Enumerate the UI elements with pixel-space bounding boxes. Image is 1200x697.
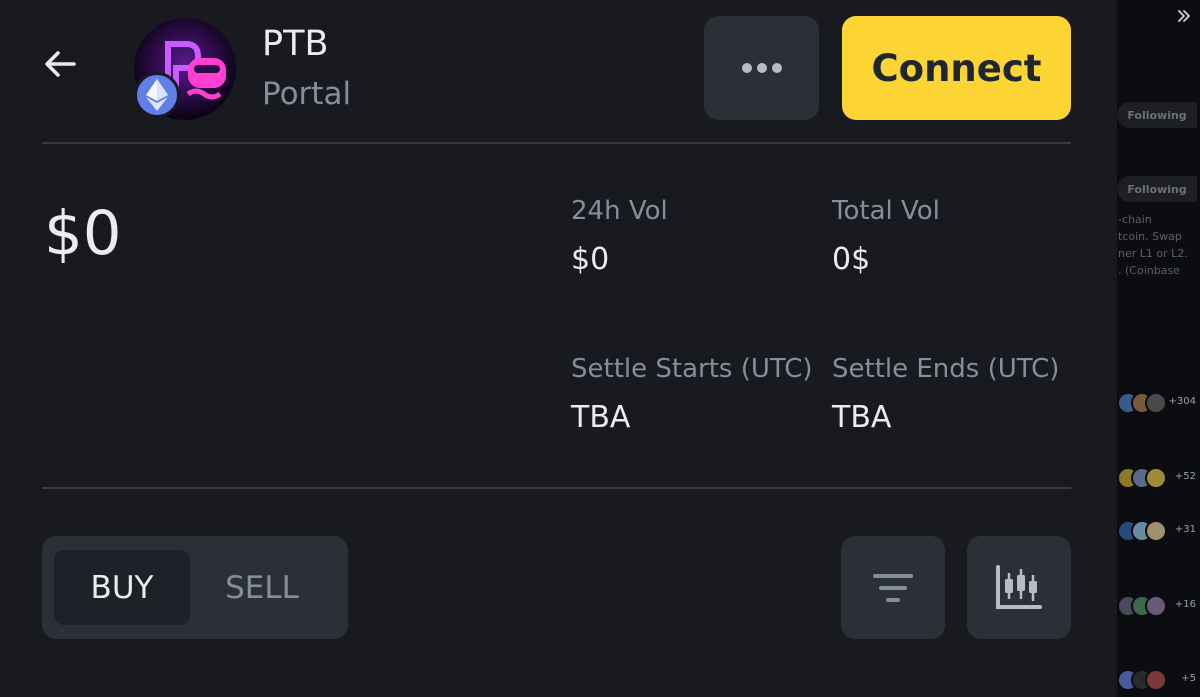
token-avatar bbox=[134, 18, 236, 120]
participant-count: +52 bbox=[1174, 471, 1196, 482]
token-detail-panel: PTB Portal Connect $0 24h Vol $0 Total V… bbox=[0, 0, 1117, 697]
back-button[interactable] bbox=[36, 40, 84, 88]
following-button[interactable]: Following bbox=[1117, 102, 1197, 128]
background-snippet-line: ner L1 or L2. bbox=[1118, 247, 1188, 260]
chart-button[interactable] bbox=[967, 536, 1071, 639]
participant-count: +16 bbox=[1174, 599, 1196, 610]
double-chevron-right-icon[interactable] bbox=[1172, 4, 1196, 28]
avatar bbox=[1145, 669, 1167, 691]
avatar bbox=[1145, 595, 1167, 617]
avatar bbox=[1145, 520, 1167, 542]
following-button[interactable]: Following bbox=[1117, 176, 1197, 202]
participant-avatars: +5 bbox=[1117, 669, 1200, 695]
settle-starts-value: TBA bbox=[571, 400, 631, 435]
filter-icon bbox=[873, 573, 913, 602]
token-symbol: PTB bbox=[262, 24, 329, 64]
vol24-label: 24h Vol bbox=[571, 196, 668, 226]
ellipsis-icon bbox=[741, 63, 782, 73]
ethereum-icon bbox=[134, 72, 180, 118]
candlestick-chart-icon bbox=[996, 564, 1042, 609]
avatar bbox=[1145, 467, 1167, 489]
header-divider bbox=[42, 142, 1071, 144]
vol24-value: $0 bbox=[571, 242, 610, 277]
participant-count: +5 bbox=[1181, 673, 1196, 684]
participant-count: +304 bbox=[1168, 396, 1196, 407]
token-name: Portal bbox=[262, 76, 352, 112]
total-vol-label: Total Vol bbox=[832, 196, 940, 226]
settle-ends-value: TBA bbox=[832, 400, 892, 435]
background-snippet-line: -chain bbox=[1118, 213, 1152, 226]
more-options-button[interactable] bbox=[704, 16, 819, 120]
total-vol-value: 0$ bbox=[832, 242, 871, 277]
avatar bbox=[1145, 392, 1167, 414]
participant-avatars: +16 bbox=[1117, 595, 1200, 621]
connect-button[interactable]: Connect bbox=[842, 16, 1071, 120]
filter-button[interactable] bbox=[841, 536, 945, 639]
participant-avatars: +304 bbox=[1117, 392, 1200, 418]
buy-sell-toggle: BUY SELL bbox=[42, 536, 348, 639]
background-snippet-line: tcoin. Swap bbox=[1118, 230, 1182, 243]
participant-avatars: +52 bbox=[1117, 467, 1200, 493]
buy-tab[interactable]: BUY bbox=[54, 550, 190, 625]
participant-count: +31 bbox=[1174, 524, 1196, 535]
settle-ends-label: Settle Ends (UTC) bbox=[832, 354, 1060, 384]
stats-divider bbox=[42, 487, 1071, 489]
arrow-left-icon bbox=[45, 51, 76, 77]
background-snippet-line: . (Coinbase bbox=[1118, 264, 1180, 277]
settle-starts-label: Settle Starts (UTC) bbox=[571, 354, 813, 384]
sell-tab[interactable]: SELL bbox=[194, 550, 330, 625]
participant-avatars: +31 bbox=[1117, 520, 1200, 546]
token-price: $0 bbox=[44, 198, 122, 269]
